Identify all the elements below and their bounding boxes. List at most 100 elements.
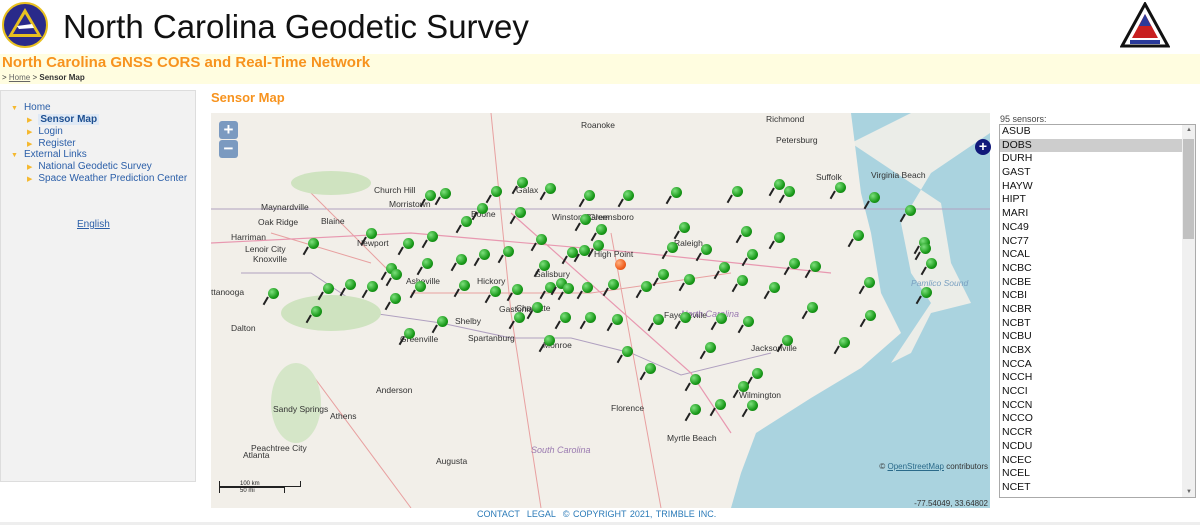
sensor-marker[interactable]	[921, 287, 932, 298]
sensor-marker[interactable]	[580, 214, 591, 225]
sensor-marker[interactable]	[810, 261, 821, 272]
sensor-option[interactable]: NCBI	[1000, 289, 1183, 303]
sensor-option[interactable]: DURH	[1000, 152, 1183, 166]
sensor-marker[interactable]	[440, 188, 451, 199]
sensor-marker[interactable]	[645, 363, 656, 374]
sensor-marker[interactable]	[585, 312, 596, 323]
sensor-marker[interactable]	[503, 246, 514, 257]
sensor-option[interactable]: HAYW	[1000, 180, 1183, 194]
sensor-marker[interactable]	[671, 187, 682, 198]
sensor-marker[interactable]	[807, 302, 818, 313]
sensor-option[interactable]: NCAL	[1000, 248, 1183, 262]
sensor-marker[interactable]	[926, 258, 937, 269]
sensor-marker[interactable]	[560, 312, 571, 323]
sensor-marker[interactable]	[268, 288, 279, 299]
sensor-marker[interactable]	[391, 269, 402, 280]
sidebar-item-home[interactable]: ▼ Home	[11, 102, 51, 113]
sidebar-item-register[interactable]: ▶ Register	[27, 138, 76, 149]
sensor-marker[interactable]	[536, 234, 547, 245]
sensor-marker[interactable]	[679, 222, 690, 233]
sensor-marker[interactable]	[311, 306, 322, 317]
contact-link[interactable]: CONTACT	[477, 509, 520, 519]
sensor-marker[interactable]	[437, 316, 448, 327]
sensor-option[interactable]: GAST	[1000, 166, 1183, 180]
sensor-option[interactable]: NCCH	[1000, 371, 1183, 385]
sensor-marker[interactable]	[653, 314, 664, 325]
sensor-marker[interactable]	[532, 302, 543, 313]
sensor-marker[interactable]	[490, 286, 501, 297]
sensor-marker[interactable]	[515, 207, 526, 218]
sensor-marker[interactable]	[737, 275, 748, 286]
sensor-option[interactable]: NCCA	[1000, 358, 1183, 372]
sidebar-item-swpc[interactable]: ▶ Space Weather Prediction Center	[27, 173, 187, 184]
sensor-marker[interactable]	[612, 314, 623, 325]
zoom-in-button[interactable]: +	[219, 121, 238, 139]
sensor-marker[interactable]	[864, 277, 875, 288]
sensor-option[interactable]: NCBC	[1000, 262, 1183, 276]
zoom-out-button[interactable]: −	[219, 140, 238, 158]
sensor-marker[interactable]	[512, 284, 523, 295]
sensor-option[interactable]: ASUB	[1000, 125, 1183, 139]
breadcrumb-home-link[interactable]: Home	[9, 73, 30, 82]
sensor-marker[interactable]	[544, 335, 555, 346]
sensor-marker[interactable]	[623, 190, 634, 201]
sensor-option[interactable]: NCDU	[1000, 440, 1183, 454]
sensor-option[interactable]: MARI	[1000, 207, 1183, 221]
sensor-marker[interactable]	[789, 258, 800, 269]
sensor-marker[interactable]	[716, 313, 727, 324]
sensor-marker[interactable]	[641, 281, 652, 292]
sensor-marker[interactable]	[403, 238, 414, 249]
sensor-marker[interactable]	[584, 190, 595, 201]
sensor-marker[interactable]	[477, 203, 488, 214]
sensor-option[interactable]: NCEC	[1000, 454, 1183, 468]
sensor-option[interactable]: NCBE	[1000, 276, 1183, 290]
sensor-marker[interactable]	[769, 282, 780, 293]
legal-link[interactable]: LEGAL	[527, 509, 556, 519]
sensor-marker[interactable]	[658, 269, 669, 280]
sensor-marker[interactable]	[582, 282, 593, 293]
sensor-marker[interactable]	[366, 228, 377, 239]
sensor-marker[interactable]	[774, 179, 785, 190]
sensor-marker[interactable]	[920, 243, 931, 254]
sensor-marker[interactable]	[593, 240, 604, 251]
sensor-marker[interactable]	[415, 281, 426, 292]
sensor-marker[interactable]	[839, 337, 850, 348]
sensor-listbox[interactable]: ASUB DOBS DURH GAST HAYW HIPT MARI NC49 NC77 NCAL…	[999, 124, 1196, 498]
sensor-marker[interactable]	[705, 342, 716, 353]
sensor-marker[interactable]	[596, 224, 607, 235]
sensor-option[interactable]: NCET	[1000, 481, 1183, 495]
selected-sensor-marker[interactable]	[615, 259, 626, 270]
sensor-option[interactable]: HIPT	[1000, 193, 1183, 207]
sensor-marker[interactable]	[456, 254, 467, 265]
sensor-option[interactable]: NCBT	[1000, 317, 1183, 331]
sensor-marker[interactable]	[701, 244, 712, 255]
sensor-marker[interactable]	[545, 183, 556, 194]
sensor-marker[interactable]	[608, 279, 619, 290]
sensor-marker[interactable]	[308, 238, 319, 249]
sidebar-item-login[interactable]: ▶ Login	[27, 126, 63, 137]
sensor-marker[interactable]	[461, 216, 472, 227]
listbox-scrollbar[interactable]: ▲ ▼	[1182, 125, 1195, 497]
sensor-marker[interactable]	[715, 399, 726, 410]
sensor-marker[interactable]	[690, 374, 701, 385]
sensor-map[interactable]: + − Roanoke Petersburg Richmond Suffolk Virg…	[211, 113, 990, 508]
sensor-option[interactable]: NCCN	[1000, 399, 1183, 413]
sensor-marker[interactable]	[747, 249, 758, 260]
sensor-marker[interactable]	[517, 177, 528, 188]
sensor-option[interactable]: NC77	[1000, 235, 1183, 249]
sensor-marker[interactable]	[690, 404, 701, 415]
sensor-option[interactable]: NCEL	[1000, 467, 1183, 481]
sensor-option[interactable]: NCFA	[1000, 495, 1183, 497]
sensor-marker[interactable]	[743, 316, 754, 327]
sensor-marker[interactable]	[539, 260, 550, 271]
sensor-marker[interactable]	[869, 192, 880, 203]
sensor-marker[interactable]	[905, 205, 916, 216]
sensor-marker[interactable]	[747, 400, 758, 411]
sensor-marker[interactable]	[732, 186, 743, 197]
sensor-marker[interactable]	[323, 283, 334, 294]
sensor-marker[interactable]	[684, 274, 695, 285]
openstreetmap-link[interactable]: OpenStreetMap	[887, 462, 943, 471]
sensor-marker[interactable]	[390, 293, 401, 304]
sensor-marker[interactable]	[784, 186, 795, 197]
sidebar-item-sensor-map[interactable]: ▶ Sensor Map	[27, 114, 100, 125]
